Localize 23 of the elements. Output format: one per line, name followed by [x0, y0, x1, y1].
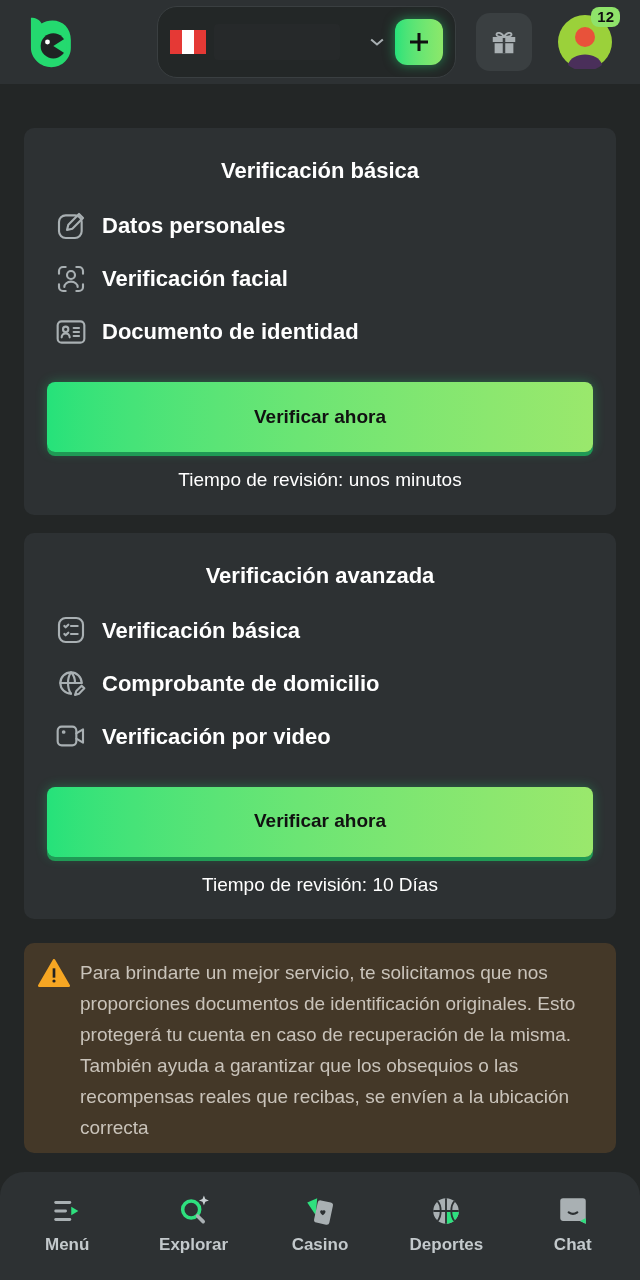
requirement-label: Comprobante de domicilio: [102, 669, 380, 698]
balance-selector[interactable]: [156, 6, 456, 78]
requirement-label: Datos personales: [102, 212, 286, 240]
nav-tab[interactable]: Chat: [517, 1194, 628, 1258]
requirement-label: Verificación por video: [102, 722, 331, 751]
card-title: Verificación avanzada: [204, 561, 436, 590]
warning-icon: [38, 959, 70, 987]
notification-badge: 12: [591, 7, 620, 27]
nav-tab[interactable]: Menú: [12, 1194, 123, 1258]
warning-text: Para brindarte un mejor servicio, te solicitamos que nos proporciones documentos de identificación originales. Esto protegerá tu cuenta en caso de recuperación de la misma. También ayuda a garantizar que los obsequios o las recompensas reales que recibas, se envíen a la ubicación correcta: [80, 961, 577, 1140]
review-time-note: Tiempo de revisión: 10 Días: [201, 872, 439, 897]
checklist-icon: [55, 614, 87, 646]
gift-button[interactable]: [475, 13, 532, 71]
requirement-label: Documento de identidad: [102, 318, 359, 346]
review-time-note: Tiempo de revisión: unos minutos: [177, 468, 463, 492]
card-title: Verificación básica: [219, 157, 421, 185]
nav-tab[interactable]: Deportes: [391, 1194, 502, 1258]
nav-tab[interactable]: Explorar: [138, 1194, 249, 1258]
nav-tab[interactable]: Casino: [264, 1194, 375, 1258]
requirement-label: Verificación facial: [102, 265, 288, 293]
requirement-label: Verificación básica: [102, 616, 301, 645]
add-button[interactable]: [394, 19, 443, 65]
flag-icon: [169, 29, 206, 55]
